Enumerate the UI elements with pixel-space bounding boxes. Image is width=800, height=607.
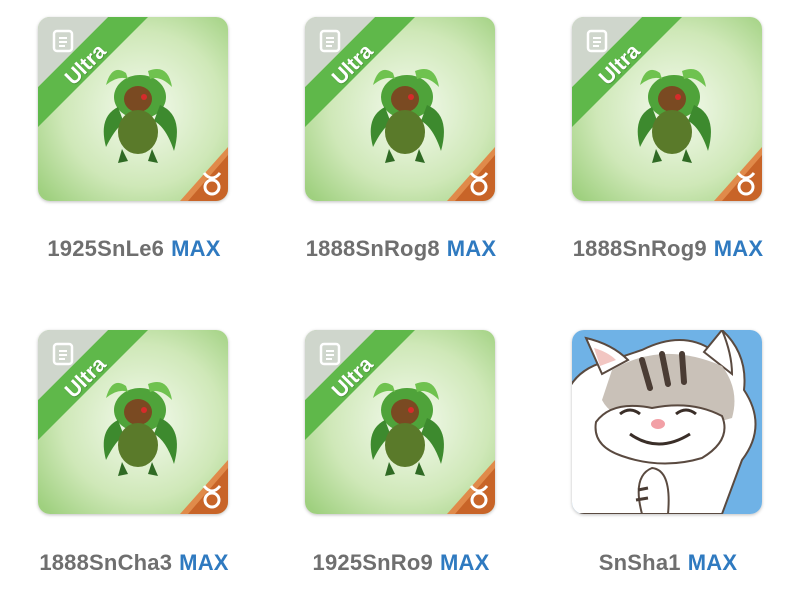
taurus-element-icon <box>202 172 222 196</box>
creature-tile[interactable]: Ultra <box>305 17 495 201</box>
creature-tile[interactable]: Ultra <box>572 17 762 201</box>
creature-tile[interactable]: Ultra <box>38 330 228 514</box>
creature-tile[interactable]: Ultra <box>38 17 228 201</box>
monster-icon <box>103 382 177 476</box>
taurus-element-icon <box>469 172 489 196</box>
max-badge: MAX <box>179 550 229 575</box>
document-icon <box>52 29 74 53</box>
item-name-row: 1888SnRog9 MAX <box>538 236 798 262</box>
max-badge: MAX <box>439 550 490 575</box>
monster-icon <box>370 69 444 163</box>
max-badge: MAX <box>446 236 497 261</box>
cat-avatar-image <box>572 330 762 514</box>
item-name: 1888SnCha3 <box>39 550 173 575</box>
item-name-row: 1925SnRo9 MAX <box>271 550 531 576</box>
document-icon <box>586 29 608 53</box>
max-badge: MAX <box>171 236 221 261</box>
monster-icon <box>103 69 177 163</box>
taurus-element-icon <box>202 485 222 509</box>
item-name-row: 1925SnLe6 MAX <box>4 236 264 262</box>
item-name: 1888SnRog8 <box>305 236 440 261</box>
taurus-element-icon <box>469 485 489 509</box>
max-badge: MAX <box>713 236 764 261</box>
item-name-row: SnSha1 MAX <box>538 550 798 576</box>
item-name-row: 1888SnRog8 MAX <box>271 236 531 262</box>
item-name: 1925SnLe6 <box>47 236 165 261</box>
avatar-tile[interactable] <box>572 330 762 514</box>
document-icon <box>319 342 341 366</box>
document-icon <box>52 342 74 366</box>
item-name: 1888SnRog9 <box>572 236 707 261</box>
item-name: 1925SnRo9 <box>312 550 433 575</box>
taurus-element-icon <box>736 172 756 196</box>
max-badge: MAX <box>687 550 738 575</box>
monster-icon <box>637 69 711 163</box>
item-name-row: 1888SnCha3 MAX <box>4 550 264 576</box>
document-icon <box>319 29 341 53</box>
creature-tile[interactable]: Ultra <box>305 330 495 514</box>
creature-grid: Ultra 1925SnLe6 MAX Ultra 1888SnRog8 MAX… <box>0 0 800 607</box>
item-name: SnSha1 <box>598 550 681 575</box>
monster-icon <box>370 382 444 476</box>
